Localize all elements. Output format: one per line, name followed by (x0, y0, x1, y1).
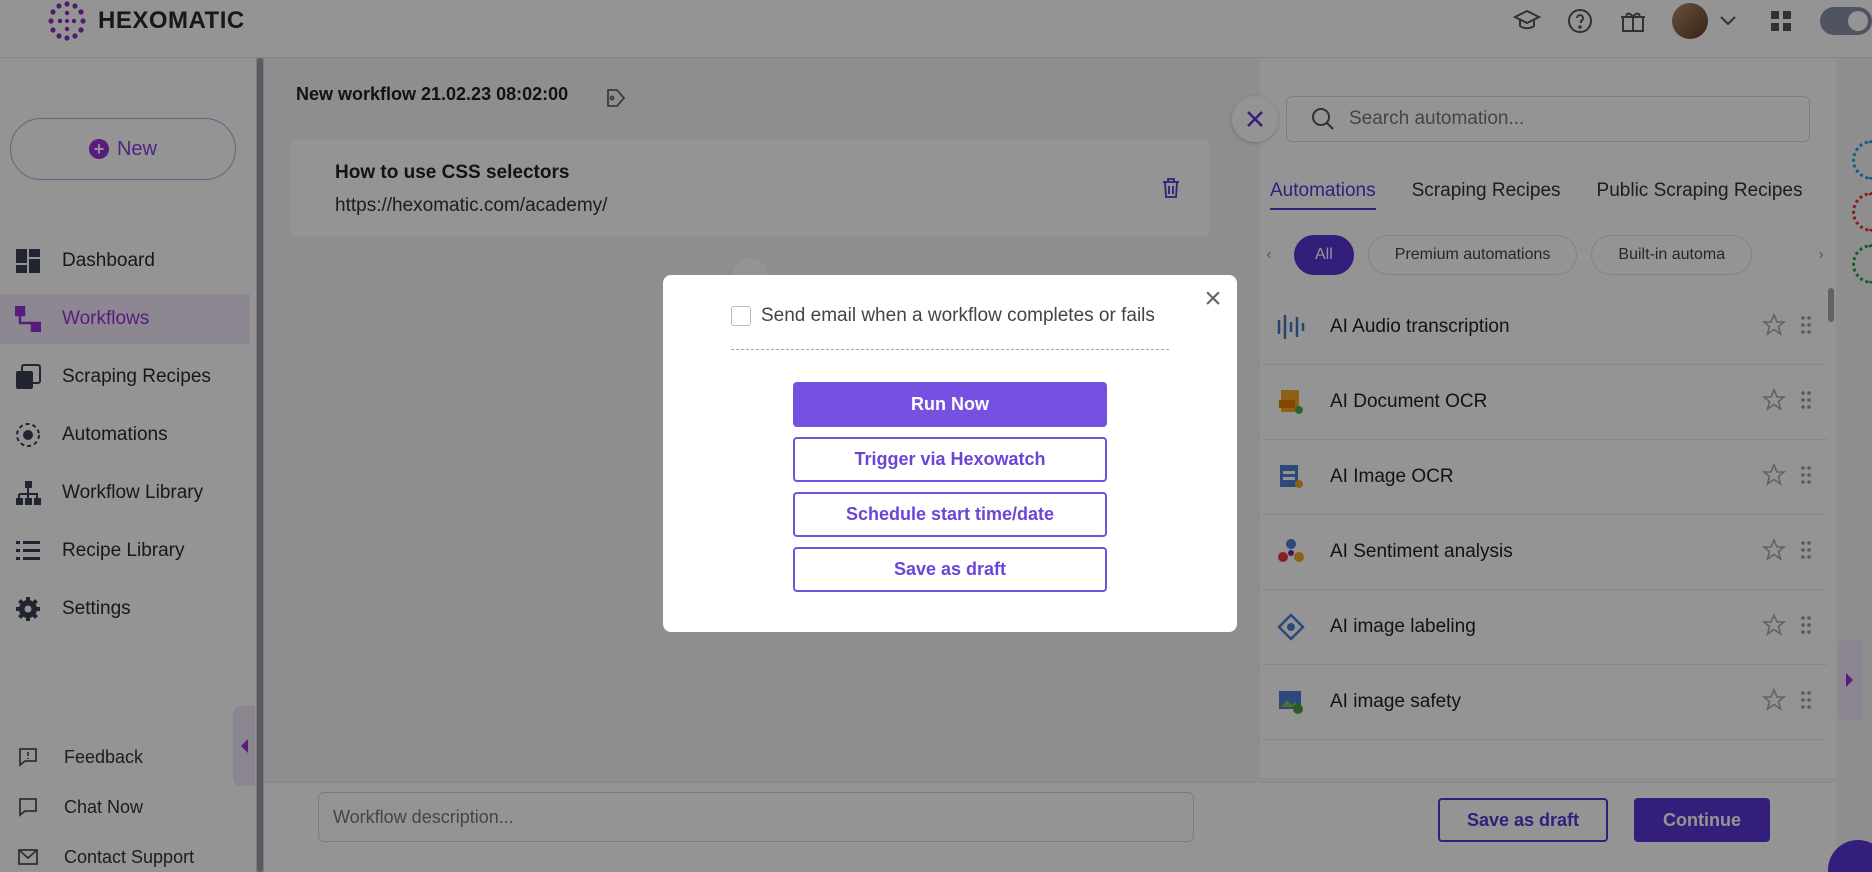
email-notification-row[interactable]: Send email when a workflow completes or … (731, 305, 1155, 327)
modal-save-draft-button[interactable]: Save as draft (793, 547, 1107, 592)
run-workflow-modal: × Send email when a workflow completes o… (663, 275, 1237, 632)
email-checkbox[interactable] (731, 306, 751, 326)
modal-divider (731, 349, 1169, 350)
run-now-button[interactable]: Run Now (793, 382, 1107, 427)
trigger-hexowatch-button[interactable]: Trigger via Hexowatch (793, 437, 1107, 482)
close-icon[interactable]: × (1199, 284, 1227, 314)
email-checkbox-label: Send email when a workflow completes or … (761, 305, 1155, 326)
schedule-button[interactable]: Schedule start time/date (793, 492, 1107, 537)
